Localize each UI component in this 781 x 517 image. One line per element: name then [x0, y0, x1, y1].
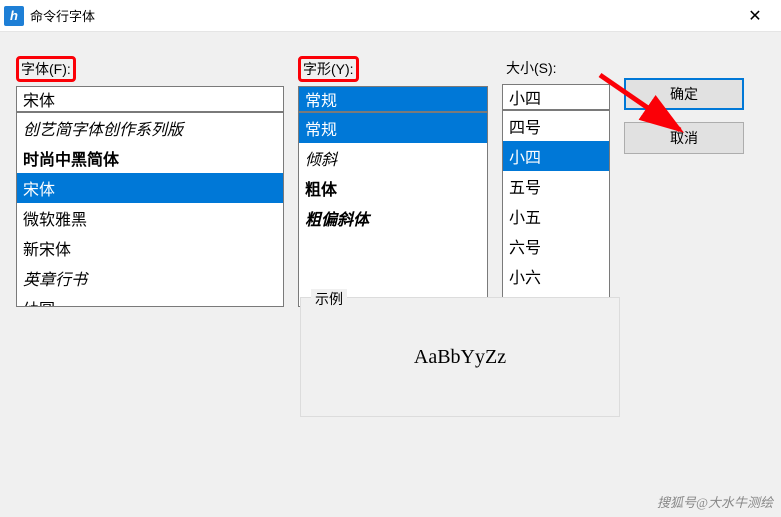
style-column: 字形(Y): 常规倾斜粗体粗偏斜体	[298, 56, 488, 505]
style-listbox[interactable]: 常规倾斜粗体粗偏斜体	[298, 112, 488, 307]
list-item[interactable]: 小五	[503, 201, 609, 231]
sample-label: 示例	[311, 289, 347, 309]
size-input[interactable]	[502, 84, 610, 110]
font-input[interactable]	[16, 86, 284, 112]
list-item[interactable]: 粗体	[299, 173, 487, 203]
close-button[interactable]: ✕	[733, 1, 777, 31]
font-label: 字体(F):	[16, 56, 76, 82]
dialog-body: 字体(F): 创艺简字体创作系列版时尚中黑简体宋体微软雅黑新宋体英章行书幼圆造字…	[0, 32, 781, 517]
size-listbox[interactable]: 四号小四五号小五六号小六七号八号	[502, 110, 610, 305]
list-item[interactable]: 创艺简字体创作系列版	[17, 113, 283, 143]
list-item[interactable]: 微软雅黑	[17, 203, 283, 233]
list-item[interactable]: 小四	[503, 141, 609, 171]
font-listbox[interactable]: 创艺简字体创作系列版时尚中黑简体宋体微软雅黑新宋体英章行书幼圆造字工房俊雅锐宋体…	[16, 112, 284, 307]
cancel-button[interactable]: 取消	[624, 122, 744, 154]
buttons-column: 确定 取消	[624, 56, 744, 505]
close-icon: ✕	[748, 6, 761, 26]
list-item[interactable]: 粗偏斜体	[299, 203, 487, 233]
sample-text: AaBbYyZz	[301, 298, 619, 416]
titlebar: h 命令行字体 ✕	[0, 0, 781, 32]
sample-group: 示例 AaBbYyZz	[300, 297, 620, 417]
list-item[interactable]: 常规	[299, 113, 487, 143]
ok-button[interactable]: 确定	[624, 78, 744, 110]
list-item[interactable]: 六号	[503, 231, 609, 261]
style-label: 字形(Y):	[298, 56, 359, 82]
style-input[interactable]	[298, 86, 488, 112]
app-icon: h	[4, 6, 24, 26]
list-item[interactable]: 幼圆	[17, 293, 283, 307]
watermark: 搜狐号@大水牛测绘	[657, 492, 773, 511]
list-item[interactable]: 五号	[503, 171, 609, 201]
list-item[interactable]: 小六	[503, 261, 609, 291]
font-column: 字体(F): 创艺简字体创作系列版时尚中黑简体宋体微软雅黑新宋体英章行书幼圆造字…	[16, 56, 284, 505]
size-column: 大小(S): 四号小四五号小五六号小六七号八号	[502, 56, 610, 505]
list-item[interactable]: 英章行书	[17, 263, 283, 293]
window-title: 命令行字体	[30, 6, 733, 25]
list-item[interactable]: 时尚中黑简体	[17, 143, 283, 173]
list-item[interactable]: 宋体	[17, 173, 283, 203]
list-item[interactable]: 倾斜	[299, 143, 487, 173]
size-label: 大小(S):	[502, 56, 561, 80]
list-item[interactable]: 新宋体	[17, 233, 283, 263]
list-item[interactable]: 四号	[503, 111, 609, 141]
